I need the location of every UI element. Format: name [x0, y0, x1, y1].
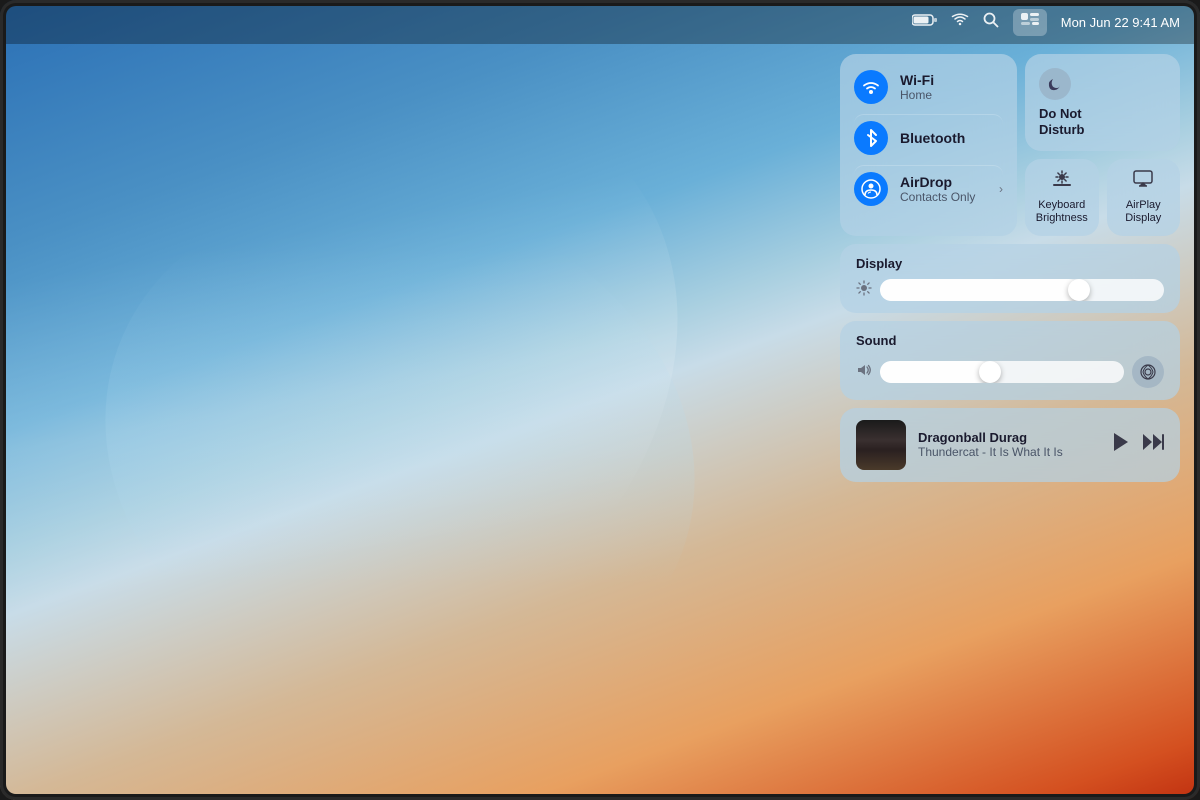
volume-fill [880, 361, 990, 383]
control-center-panel: Wi-Fi Home Bluetooth [840, 54, 1180, 482]
display-title: Display [856, 256, 1164, 271]
brightness-icon [856, 280, 872, 299]
airdrop-label: AirDrop [900, 174, 987, 190]
menu-bar: Mon Jun 22 9:41 AM [0, 0, 1200, 44]
fast-forward-button[interactable] [1142, 433, 1164, 456]
keyboard-brightness-label: Keyboard Brightness [1036, 199, 1088, 225]
airdrop-icon-circle [854, 172, 888, 206]
airplay-display-button[interactable]: AirPlay Display [1107, 159, 1181, 235]
dnd-moon-icon [1039, 68, 1071, 100]
menubar-wifi-icon[interactable] [951, 13, 969, 32]
brightness-thumb [1068, 279, 1090, 301]
playback-controls [1112, 432, 1164, 457]
airdrop-arrow-icon: › [999, 182, 1003, 196]
wifi-text: Wi-Fi Home [900, 72, 1003, 102]
top-section: Wi-Fi Home Bluetooth [840, 54, 1180, 236]
sound-panel: Sound [840, 321, 1180, 400]
brightness-slider[interactable] [880, 279, 1164, 301]
airplay-display-label: AirPlay Display [1125, 199, 1161, 225]
dnd-label: Do Not Disturb [1039, 106, 1085, 137]
keyboard-brightness-button[interactable]: Keyboard Brightness [1025, 159, 1099, 235]
bluetooth-item[interactable]: Bluetooth [854, 114, 1003, 161]
bluetooth-icon-circle [854, 121, 888, 155]
brightness-slider-container [856, 279, 1164, 301]
connectivity-panel: Wi-Fi Home Bluetooth [840, 54, 1017, 236]
wifi-label: Wi-Fi [900, 72, 1003, 88]
play-button[interactable] [1112, 432, 1130, 457]
control-center-icon[interactable] [1013, 9, 1047, 36]
volume-icon [856, 363, 872, 380]
sound-title: Sound [856, 333, 1164, 348]
bluetooth-text: Bluetooth [900, 130, 1003, 146]
bluetooth-label: Bluetooth [900, 130, 1003, 146]
battery-icon [912, 13, 937, 32]
display-panel: Display [840, 244, 1180, 313]
now-playing-panel: Dragonball Durag Thundercat - It Is What… [840, 408, 1180, 482]
wifi-item[interactable]: Wi-Fi Home [854, 64, 1003, 110]
track-title: Dragonball Durag [918, 430, 1100, 445]
album-art-image [856, 420, 906, 470]
airdrop-subtitle: Contacts Only [900, 190, 987, 204]
sound-output-button[interactable] [1132, 356, 1164, 388]
airplay-display-icon [1132, 169, 1154, 193]
do-not-disturb-button[interactable]: Do Not Disturb [1025, 54, 1180, 151]
right-column: Do Not Disturb [1025, 54, 1180, 236]
volume-thumb [979, 361, 1001, 383]
album-art [856, 420, 906, 470]
wifi-icon-circle [854, 70, 888, 104]
track-artist: Thundercat - It Is What It Is [918, 445, 1100, 459]
airdrop-text: AirDrop Contacts Only [900, 174, 987, 204]
volume-row [856, 356, 1164, 388]
volume-slider[interactable] [880, 361, 1124, 383]
airdrop-item[interactable]: AirDrop Contacts Only › [854, 165, 1003, 212]
keyboard-brightness-icon [1051, 169, 1073, 193]
search-icon[interactable] [983, 12, 999, 33]
brightness-fill [880, 279, 1079, 301]
wifi-subtitle: Home [900, 88, 1003, 102]
menubar-datetime: Mon Jun 22 9:41 AM [1061, 15, 1180, 30]
small-buttons-row: Keyboard Brightness AirPlay Display [1025, 159, 1180, 235]
track-info: Dragonball Durag Thundercat - It Is What… [918, 430, 1100, 459]
